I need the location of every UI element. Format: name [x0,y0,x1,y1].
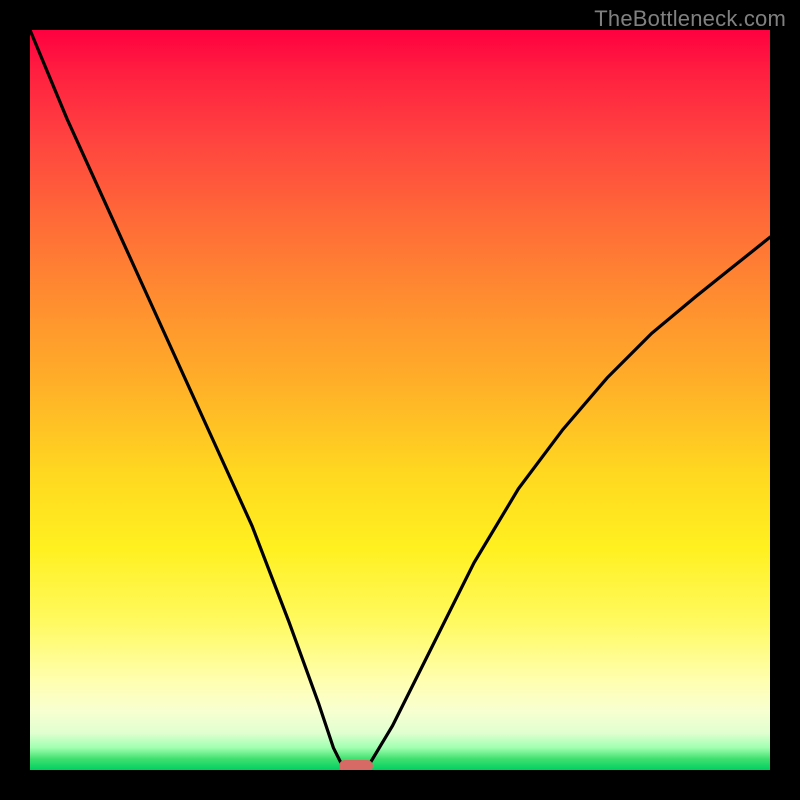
curve-right-branch [370,237,770,762]
watermark-text: TheBottleneck.com [594,6,786,32]
curve-left-branch [30,30,341,763]
chart-frame: TheBottleneck.com [0,0,800,800]
bottleneck-curve [30,30,770,770]
minimum-marker [339,760,373,770]
plot-area [30,30,770,770]
